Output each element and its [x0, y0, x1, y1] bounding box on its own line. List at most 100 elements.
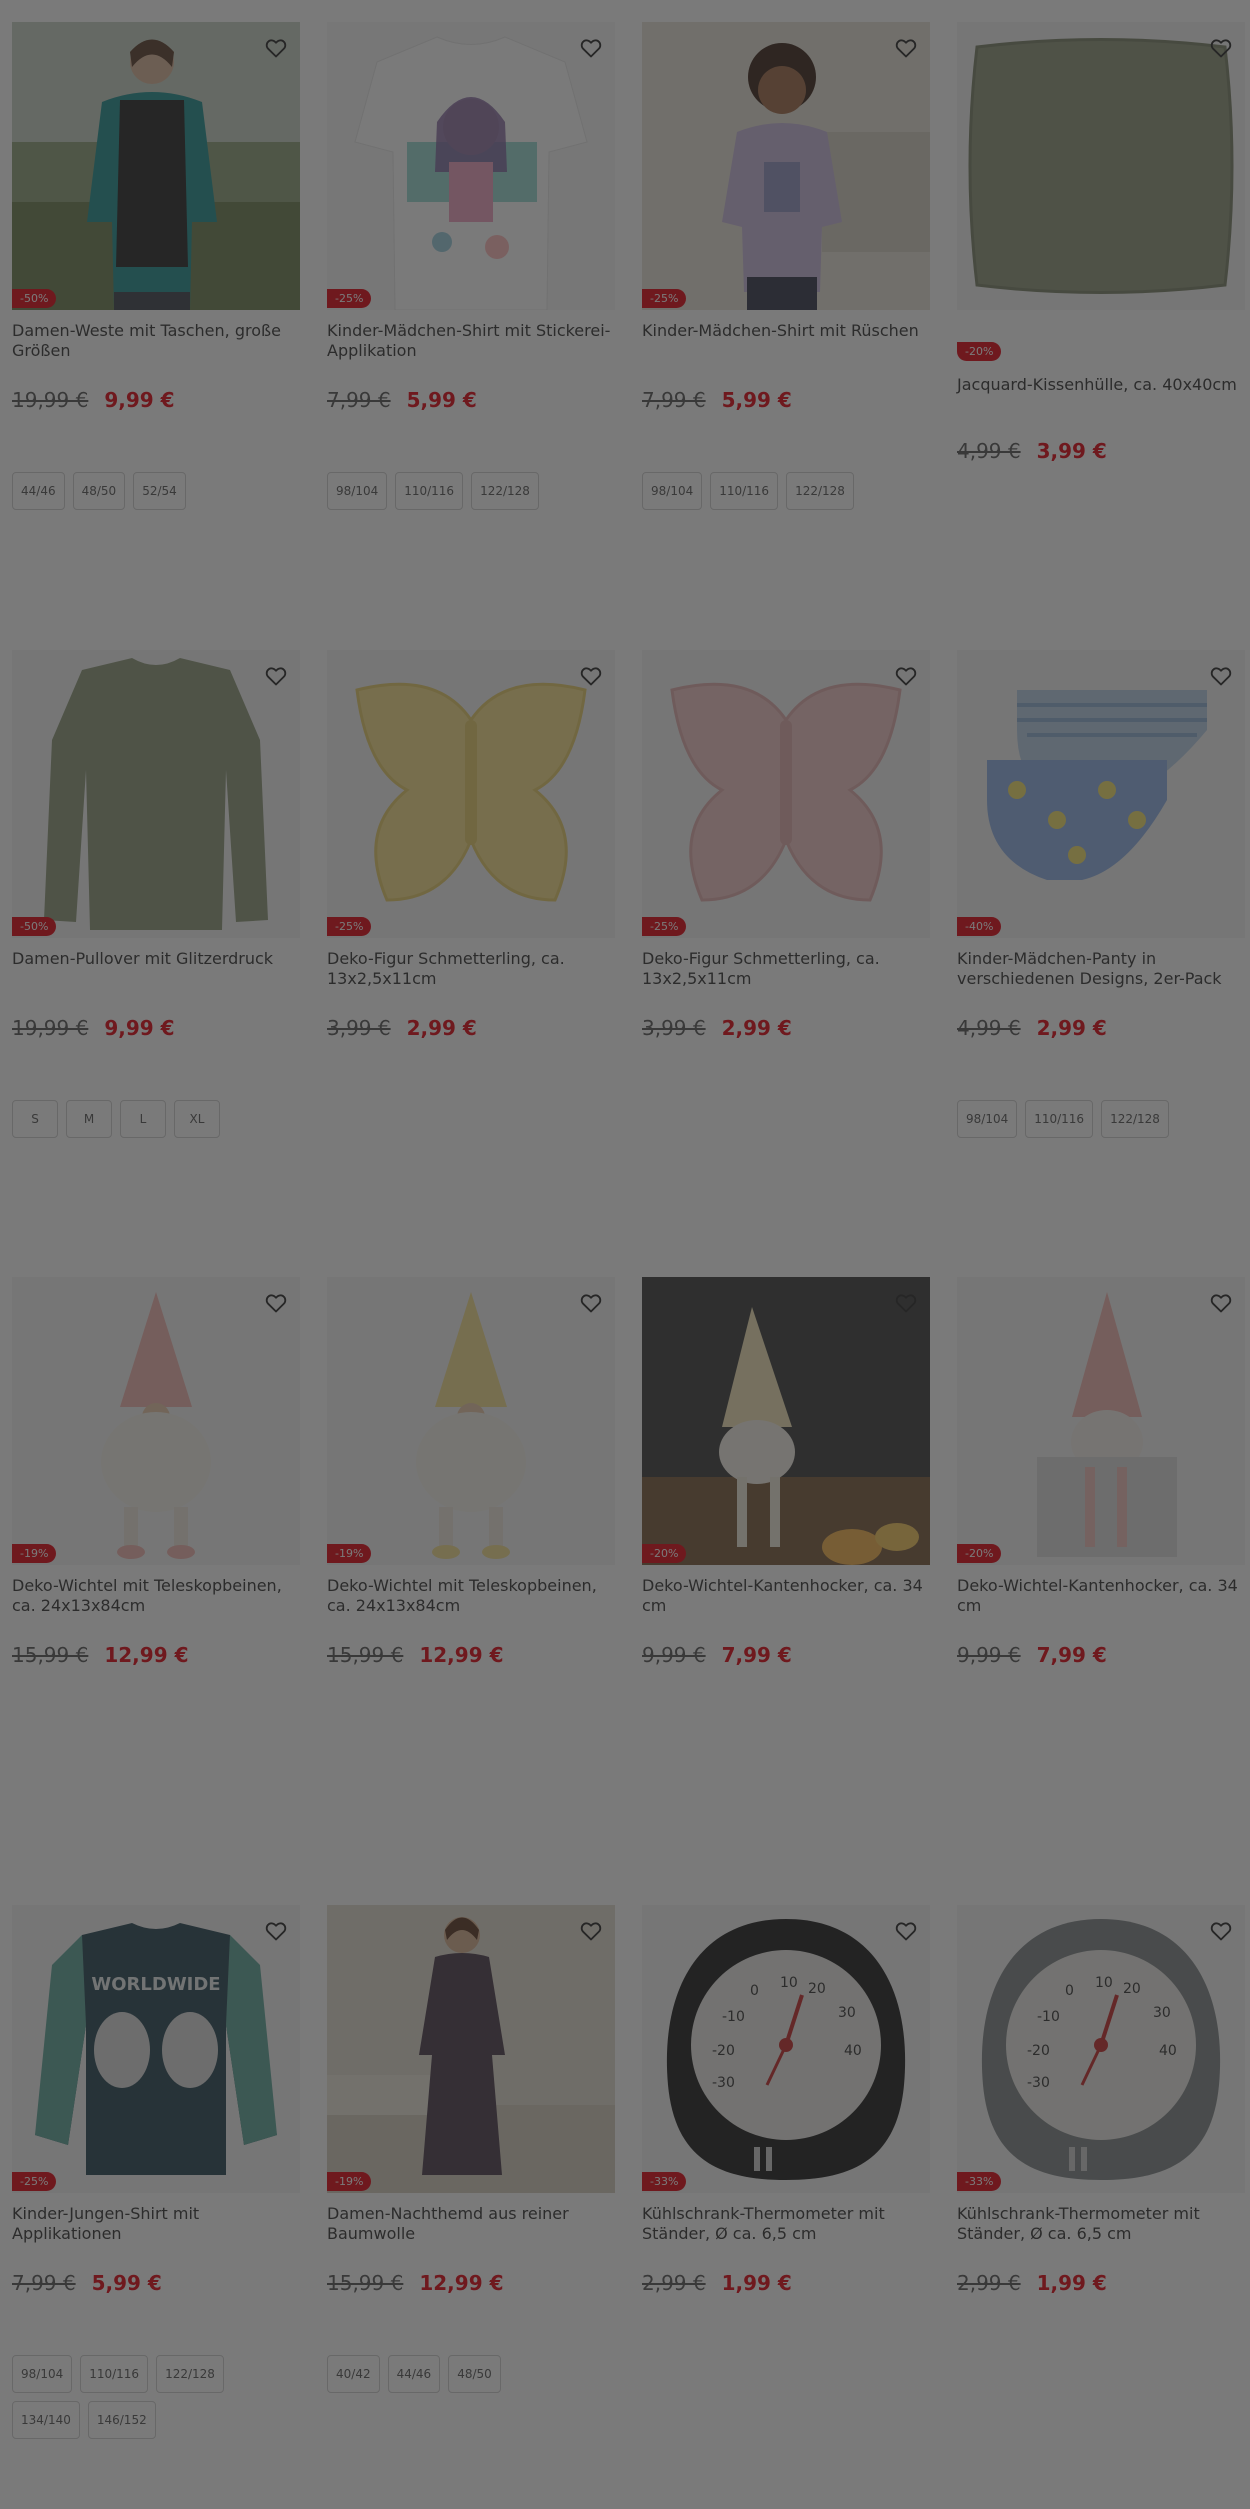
wishlist-heart-icon[interactable]	[1203, 1913, 1239, 1949]
product-card[interactable]: -25% Kinder-Mädchen-Shirt mit Rüschen 7,…	[642, 22, 930, 510]
product-card[interactable]: -19% Deko-Wichtel mit Teleskopbeinen, ca…	[327, 1277, 615, 1667]
product-image[interactable]: -10 0 10 20 30 40 -20 -30 -33%	[642, 1905, 930, 2193]
size-option[interactable]: 98/104	[642, 472, 703, 510]
product-image[interactable]: -19%	[12, 1277, 300, 1565]
wishlist-heart-icon[interactable]	[888, 658, 924, 694]
product-card[interactable]: -25% Deko-Figur Schmetterling, ca. 13x2,…	[642, 650, 930, 1040]
product-card[interactable]: -20% Deko-Wichtel-Kantenhocker, ca. 34 c…	[642, 1277, 930, 1667]
product-photo	[12, 1277, 300, 1565]
product-name[interactable]: Deko-Figur Schmetterling, ca. 13x2,5x11c…	[327, 949, 615, 989]
product-card[interactable]: -10 0 10 20 30 40 -20 -30 -33% Kühlschra…	[642, 1905, 930, 2295]
size-option[interactable]: XL	[174, 1100, 220, 1138]
product-image[interactable]: -25%	[327, 22, 615, 310]
product-name[interactable]: Kinder-Mädchen-Panty in verschiedenen De…	[957, 949, 1245, 989]
product-image[interactable]: -50%	[12, 22, 300, 310]
product-card[interactable]: -50% Damen-Weste mit Taschen, große Größ…	[12, 22, 300, 510]
size-option[interactable]: M	[66, 1100, 112, 1138]
size-option[interactable]: 48/50	[72, 472, 126, 510]
product-photo	[12, 650, 300, 938]
sale-price: 1,99 €	[721, 2271, 792, 2295]
product-card[interactable]: -40% Kinder-Mädchen-Panty in verschieden…	[957, 650, 1245, 1138]
size-option[interactable]: 134/140	[12, 2401, 80, 2439]
wishlist-heart-icon[interactable]	[573, 1285, 609, 1321]
price-block: 19,99 € 9,99 €	[12, 388, 300, 412]
size-option[interactable]: L	[120, 1100, 166, 1138]
product-image[interactable]: -19%	[327, 1277, 615, 1565]
product-name[interactable]: Damen-Pullover mit Glitzerdruck	[12, 949, 300, 989]
size-option[interactable]: 146/152	[87, 2401, 156, 2439]
product-name[interactable]: Deko-Wichtel mit Teleskopbeinen, ca. 24x…	[12, 1576, 300, 1616]
product-image[interactable]: -25%	[642, 650, 930, 938]
price-block: 19,99 € 9,99 €	[12, 1016, 300, 1040]
size-option[interactable]: 122/128	[786, 472, 854, 510]
product-card[interactable]: -10 0 10 20 30 40 -20 -30 -33% Kühlschra…	[957, 1905, 1245, 2295]
size-option[interactable]: 122/128	[471, 472, 539, 510]
wishlist-heart-icon[interactable]	[888, 1913, 924, 1949]
wishlist-heart-icon[interactable]	[258, 1913, 294, 1949]
wishlist-heart-icon[interactable]	[573, 658, 609, 694]
product-name[interactable]: Kühlschrank-Thermometer mit Ständer, Ø c…	[957, 2204, 1245, 2244]
wishlist-heart-icon[interactable]	[258, 658, 294, 694]
product-photo	[642, 22, 930, 310]
price-block: 7,99 € 5,99 €	[12, 2271, 300, 2295]
product-image[interactable]: WORLDWIDE -25%	[12, 1905, 300, 2193]
size-option[interactable]: 110/116	[710, 472, 779, 510]
product-name[interactable]: Kinder-Mädchen-Shirt mit Rüschen	[642, 321, 930, 361]
wishlist-heart-icon[interactable]	[888, 1285, 924, 1321]
product-name[interactable]: Deko-Wichtel-Kantenhocker, ca. 34 cm	[642, 1576, 930, 1616]
product-name[interactable]: Damen-Nachthemd aus reiner Baumwolle	[327, 2204, 615, 2244]
product-image[interactable]: -10 0 10 20 30 40 -20 -30 -33%	[957, 1905, 1245, 2193]
wishlist-heart-icon[interactable]	[1203, 658, 1239, 694]
size-option[interactable]: 122/128	[156, 2355, 224, 2393]
product-image[interactable]: -19%	[327, 1905, 615, 2193]
wishlist-heart-icon[interactable]	[1203, 30, 1239, 66]
product-image[interactable]: -25%	[642, 22, 930, 310]
size-option[interactable]: 98/104	[957, 1100, 1018, 1138]
thermo-tick: -30	[1027, 2075, 1050, 2091]
size-option[interactable]: 44/46	[12, 472, 65, 510]
original-price: 7,99 €	[642, 388, 706, 412]
product-name[interactable]: Deko-Wichtel-Kantenhocker, ca. 34 cm	[957, 1576, 1245, 1616]
size-option[interactable]: 40/42	[327, 2355, 380, 2393]
product-card[interactable]: WORLDWIDE -25% Kinder-Jungen-Shirt mit A…	[12, 1905, 300, 2439]
wishlist-heart-icon[interactable]	[258, 1285, 294, 1321]
product-image[interactable]: -40%	[957, 650, 1245, 938]
size-option[interactable]: 52/54	[133, 472, 186, 510]
product-name[interactable]: Kinder-Mädchen-Shirt mit Stickerei-Appli…	[327, 321, 615, 361]
product-card[interactable]: -20% Deko-Wichtel-Kantenhocker, ca. 34 c…	[957, 1277, 1245, 1667]
size-option[interactable]: 110/116	[80, 2355, 149, 2393]
size-option[interactable]: 110/116	[395, 472, 464, 510]
product-name[interactable]: Kinder-Jungen-Shirt mit Applikationen	[12, 2204, 300, 2244]
product-image[interactable]	[957, 22, 1245, 310]
product-card[interactable]: -50% Damen-Pullover mit Glitzerdruck 19,…	[12, 650, 300, 1138]
size-option[interactable]: S	[12, 1100, 58, 1138]
product-name[interactable]: Kühlschrank-Thermometer mit Ständer, Ø c…	[642, 2204, 930, 2244]
wishlist-heart-icon[interactable]	[888, 30, 924, 66]
product-image[interactable]: -20%	[957, 1277, 1245, 1565]
size-option[interactable]: 110/116	[1025, 1100, 1094, 1138]
product-card[interactable]: -19% Damen-Nachthemd aus reiner Baumwoll…	[327, 1905, 615, 2393]
product-image[interactable]: -50%	[12, 650, 300, 938]
product-card[interactable]: -20% Jacquard-Kissenhülle, ca. 40x40cm 4…	[957, 22, 1245, 463]
product-name[interactable]: Jacquard-Kissenhülle, ca. 40x40cm	[957, 375, 1245, 415]
product-name[interactable]: Deko-Wichtel mit Teleskopbeinen, ca. 24x…	[327, 1576, 615, 1616]
product-image[interactable]: -20%	[642, 1277, 930, 1565]
size-option[interactable]: 98/104	[12, 2355, 73, 2393]
product-name[interactable]: Deko-Figur Schmetterling, ca. 13x2,5x11c…	[642, 949, 930, 989]
wishlist-heart-icon[interactable]	[573, 1913, 609, 1949]
product-card[interactable]: -25% Deko-Figur Schmetterling, ca. 13x2,…	[327, 650, 615, 1040]
product-image[interactable]: -25%	[327, 650, 615, 938]
product-photo: -10 0 10 20 30 40 -20 -30	[642, 1905, 930, 2193]
size-option[interactable]: 44/46	[387, 2355, 441, 2393]
product-card[interactable]: -19% Deko-Wichtel mit Teleskopbeinen, ca…	[12, 1277, 300, 1667]
product-card[interactable]: -25% Kinder-Mädchen-Shirt mit Stickerei-…	[327, 22, 615, 510]
sale-price: 3,99 €	[1036, 439, 1107, 463]
size-option[interactable]: 122/128	[1101, 1100, 1169, 1138]
size-option[interactable]: 98/104	[327, 472, 388, 510]
size-option[interactable]: 48/50	[448, 2355, 501, 2393]
wishlist-heart-icon[interactable]	[1203, 1285, 1239, 1321]
wishlist-heart-icon[interactable]	[258, 30, 294, 66]
size-options: 40/42 44/46 48/50	[327, 2355, 607, 2393]
product-name[interactable]: Damen-Weste mit Taschen, große Größen	[12, 321, 300, 361]
wishlist-heart-icon[interactable]	[573, 30, 609, 66]
